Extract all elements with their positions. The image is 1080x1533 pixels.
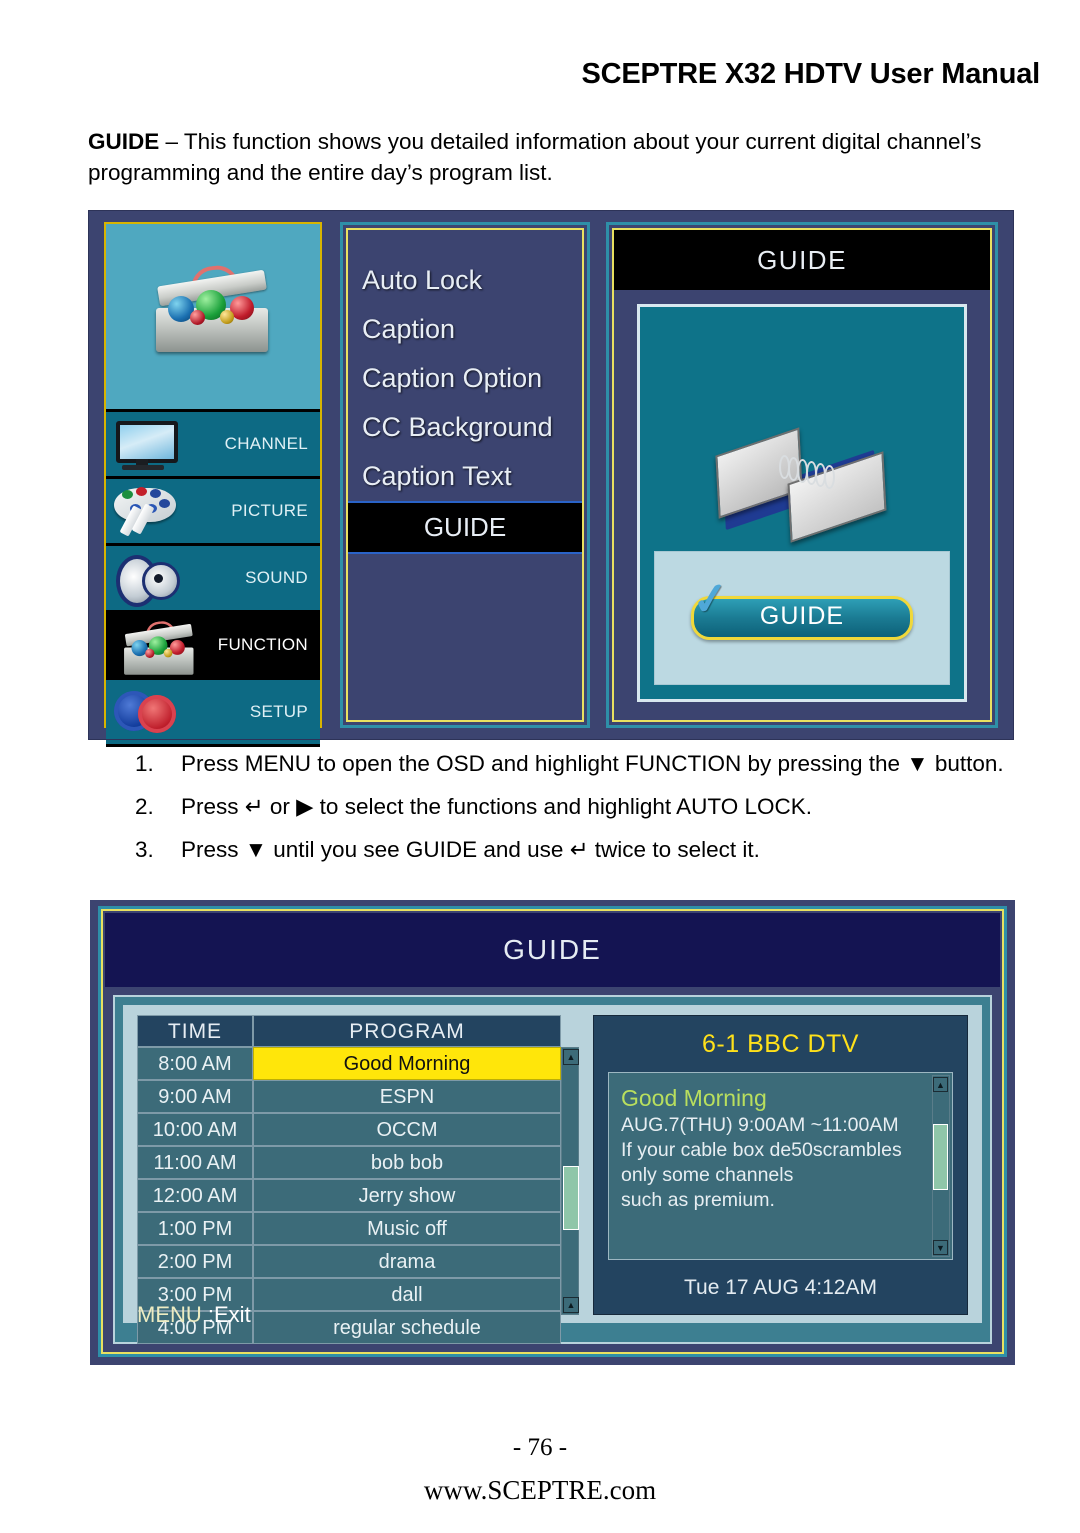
description-line: If your cable box de50scrambles [621, 1139, 902, 1161]
gears-icon [110, 683, 184, 741]
program-table-scrollbar[interactable]: ▲ ▲ [561, 1047, 579, 1315]
cell-time: 11:00 AM [137, 1146, 253, 1179]
preview-title: GUIDE [614, 230, 990, 290]
description-line: such as premium. [621, 1189, 775, 1211]
sidebar-item-label: PICTURE [231, 501, 308, 520]
preview-cta-area: ✓ GUIDE [654, 551, 950, 685]
menu-item-caption-text[interactable]: Caption Text [348, 452, 582, 501]
sidebar-item-label: SOUND [245, 568, 308, 587]
guide-button[interactable]: ✓ GUIDE [689, 573, 913, 640]
guide-screen-title: GUIDE [105, 913, 1000, 987]
cell-time: 2:00 PM [137, 1245, 253, 1278]
scrollbar-thumb[interactable] [563, 1166, 579, 1230]
cell-program: dall [253, 1278, 561, 1311]
cell-program: drama [253, 1245, 561, 1278]
page-number: - 76 - [512, 1434, 568, 1461]
cell-time: 8:00 AM [137, 1047, 253, 1080]
sidebar-item-sound[interactable]: SOUND [106, 546, 320, 613]
sidebar-item-label: FUNCTION [217, 635, 308, 654]
osd-icon-menu: CHANNEL PICTURE SOUND FUNCTION SETUP [104, 222, 322, 747]
menu-item-cc-background[interactable]: CC Background [348, 403, 582, 452]
cell-time: 12:00 AM [137, 1179, 253, 1212]
guide-screenshot: GUIDE TIME PROGRAM 8:00 AM Good Morning [90, 900, 1015, 1365]
triangle-down-icon[interactable]: ▼ [933, 1240, 948, 1255]
triangle-up-icon[interactable]: ▲ [563, 1297, 579, 1313]
cell-program: regular schedule [253, 1311, 561, 1344]
menu-exit-hint: MENU :Exit [137, 1302, 251, 1328]
step-number: 1. [135, 751, 154, 776]
intro-body: – This function shows you detailed infor… [88, 129, 982, 185]
osd-screenshot: CHANNEL PICTURE SOUND FUNCTION SETUP Aut… [88, 210, 1014, 747]
cell-program: Good Morning [253, 1047, 561, 1080]
cell-program: Jerry show [253, 1179, 561, 1212]
menu-exit-action: :Exit [207, 1302, 251, 1327]
sidebar-item-label: CHANNEL [224, 434, 308, 453]
guide-content-area: TIME PROGRAM 8:00 AM Good Morning 9:00 A… [113, 995, 992, 1344]
sidebar-item-function[interactable]: FUNCTION [106, 613, 320, 680]
channel-label: 6-1 BBC DTV [702, 1030, 859, 1058]
program-detail-panel: 6-1 BBC DTV Good Morning AUG.7(THU) 9:00… [593, 1015, 968, 1315]
program-title: Good Morning [621, 1085, 767, 1111]
guide-button-label: GUIDE [759, 602, 845, 630]
table-row[interactable]: 1:00 PM Music off [137, 1212, 561, 1245]
sidebar-item-channel[interactable]: CHANNEL [106, 412, 320, 479]
page-title: SCEPTRE X32 HDTV User Manual [581, 58, 1040, 90]
cell-program: Music off [253, 1212, 561, 1245]
checkmark-icon: ✓ [689, 573, 733, 626]
table-row[interactable]: 10:00 AM OCCM [137, 1113, 561, 1146]
scrollbar-thumb[interactable] [933, 1124, 948, 1190]
triangle-up-icon[interactable]: ▲ [563, 1049, 579, 1065]
menu-item-caption-option[interactable]: Caption Option [348, 354, 582, 403]
triangle-up-icon[interactable]: ▲ [933, 1077, 948, 1092]
osd-hero-toolbox-icon [106, 224, 320, 412]
table-row[interactable]: 9:00 AM ESPN [137, 1080, 561, 1113]
column-header-time: TIME [137, 1015, 253, 1047]
toolbox-icon [110, 616, 194, 675]
open-book-icon [715, 427, 887, 543]
program-table: TIME PROGRAM 8:00 AM Good Morning 9:00 A… [137, 1015, 561, 1344]
palette-icon [110, 482, 184, 540]
step-number: 3. [135, 837, 154, 862]
step-1: 1. Press MENU to open the OSD and highli… [135, 748, 1020, 779]
sidebar-item-label: SETUP [249, 702, 308, 721]
cell-time: 1:00 PM [137, 1212, 253, 1245]
step-3: 3. Press ▼ until you see GUIDE and use ↵… [135, 834, 1020, 865]
menu-item-guide[interactable]: GUIDE [348, 501, 582, 554]
menu-item-caption[interactable]: Caption [348, 305, 582, 354]
table-row[interactable]: 11:00 AM bob bob [137, 1146, 561, 1179]
step-text: Press MENU to open the OSD and highlight… [181, 751, 1004, 776]
instruction-steps: 1. Press MENU to open the OSD and highli… [135, 748, 1020, 877]
cell-time: 9:00 AM [137, 1080, 253, 1113]
description-scrollbar[interactable]: ▲ ▼ [932, 1075, 950, 1257]
step-2: 2. Press ↵ or ▶ to select the functions … [135, 791, 1020, 822]
description-line: only some channels [621, 1164, 794, 1186]
preview-body: ✓ GUIDE [637, 304, 967, 702]
program-airtime: AUG.7(THU) 9:00AM ~11:00AM [621, 1114, 899, 1136]
cell-time: 10:00 AM [137, 1113, 253, 1146]
osd-function-list: Auto Lock Caption Caption Option CC Back… [340, 222, 590, 728]
step-text: Press ↵ or ▶ to select the functions and… [181, 794, 813, 819]
sidebar-item-setup[interactable]: SETUP [106, 680, 320, 747]
step-text: Press ▼ until you see GUIDE and use ↵ tw… [181, 837, 760, 862]
cell-program: OCCM [253, 1113, 561, 1146]
clock-label: Tue 17 AUG 4:12AM [684, 1276, 877, 1299]
column-header-program: PROGRAM [253, 1015, 561, 1047]
table-header-row: TIME PROGRAM [137, 1015, 561, 1047]
menu-exit-key: MENU [137, 1302, 208, 1327]
intro-paragraph: GUIDE – This function shows you detailed… [88, 126, 1006, 188]
step-number: 2. [135, 794, 154, 819]
menu-item-auto-lock[interactable]: Auto Lock [348, 256, 582, 305]
cell-program: ESPN [253, 1080, 561, 1113]
program-description-box: Good Morning AUG.7(THU) 9:00AM ~11:00AM … [608, 1072, 953, 1260]
osd-preview-panel: GUIDE ✓ GUIDE [606, 222, 998, 728]
table-row[interactable]: 8:00 AM Good Morning [137, 1047, 561, 1080]
sidebar-item-picture[interactable]: PICTURE [106, 479, 320, 546]
tv-icon [110, 415, 184, 473]
table-row[interactable]: 2:00 PM drama [137, 1245, 561, 1278]
intro-lead: GUIDE [88, 129, 160, 154]
website-url: www.SCEPTRE.com [423, 1475, 657, 1505]
table-row[interactable]: 12:00 AM Jerry show [137, 1179, 561, 1212]
speaker-icon [110, 549, 184, 607]
cell-program: bob bob [253, 1146, 561, 1179]
